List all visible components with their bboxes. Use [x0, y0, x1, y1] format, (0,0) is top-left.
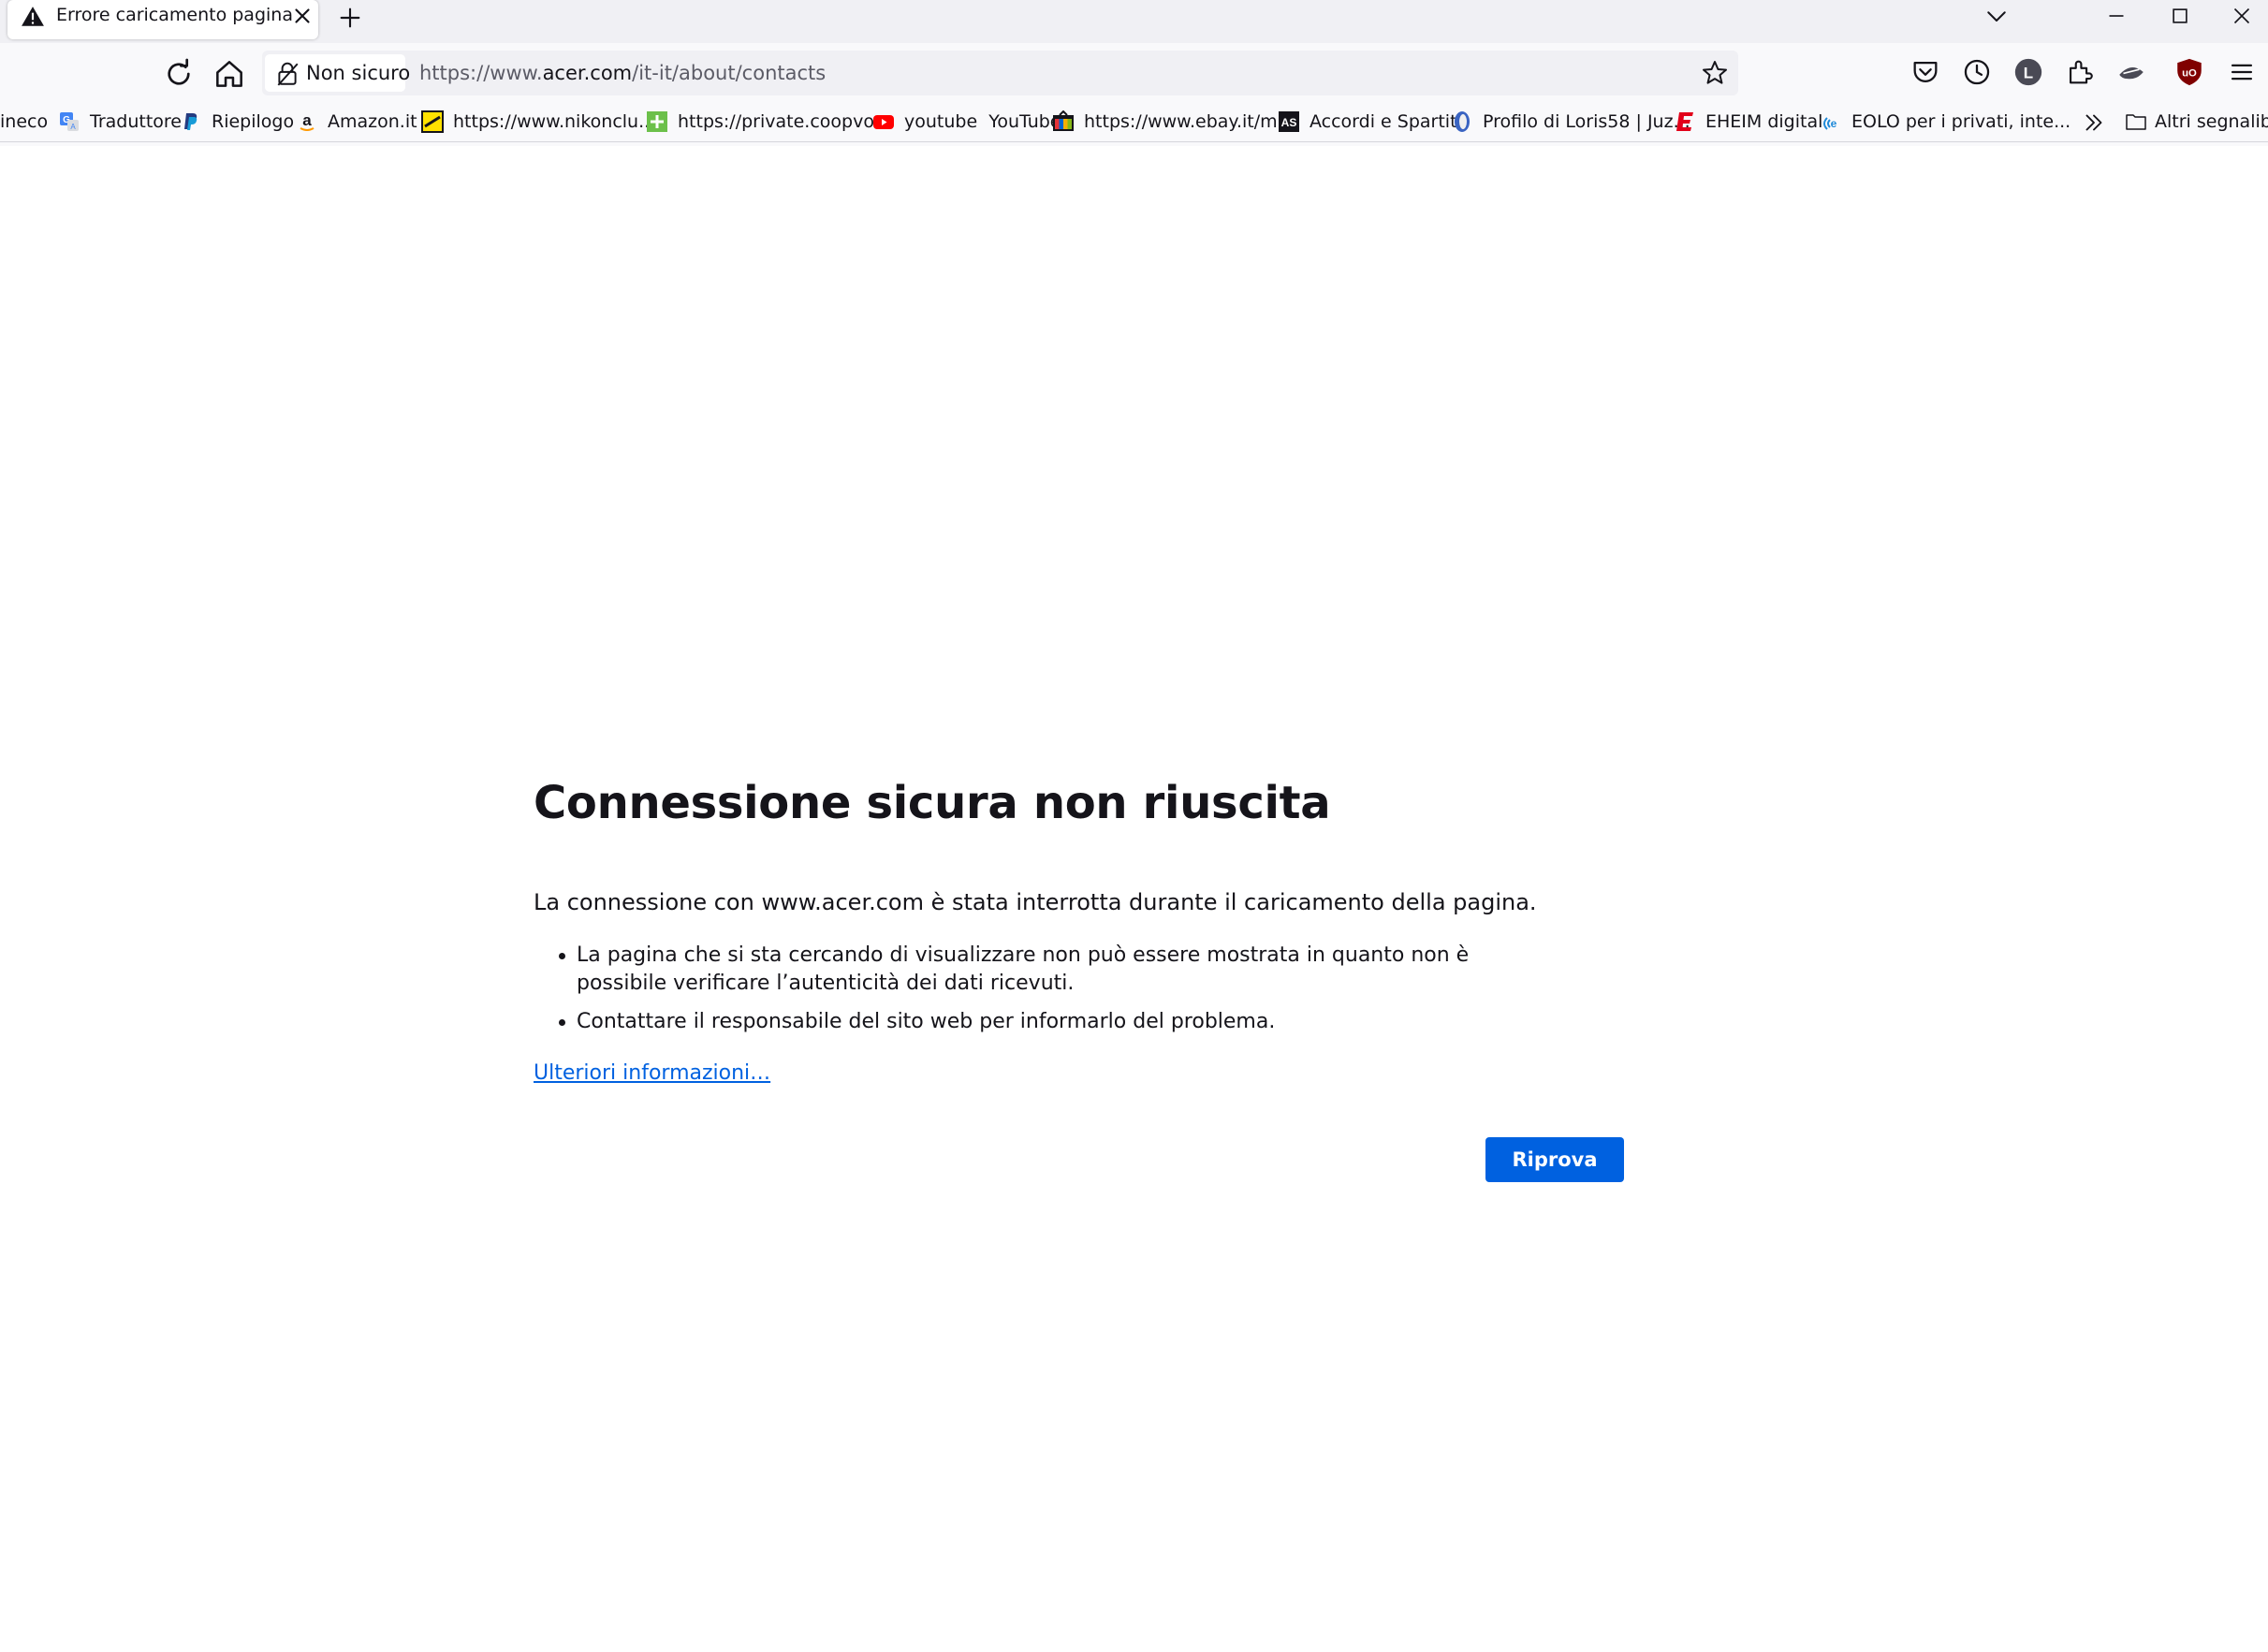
home-icon[interactable] — [212, 56, 247, 92]
bookmark-item[interactable]: youtube YouTube — [872, 107, 1061, 137]
other-bookmarks-label: Altri segnalibri — [2155, 111, 2268, 132]
bookmark-item[interactable]: Profilo di Loris58 | Juz... — [1451, 107, 1690, 137]
bookmark-label: EHEIM digital — [1705, 111, 1823, 132]
bookmark-label: https://www.nikonclu... — [453, 111, 656, 132]
amazon-icon: a — [300, 111, 315, 131]
minimize-window-icon[interactable] — [2102, 2, 2130, 30]
bookmark-item[interactable]: https://www.ebay.it/m... — [1052, 107, 1295, 137]
tab-strip: Errore caricamento pagina — [0, 0, 2268, 43]
coop-icon — [647, 111, 667, 132]
bookmarks-overflow-chevron-icon[interactable] — [2080, 109, 2108, 137]
url-prefix: https://www. — [419, 62, 543, 84]
bookmark-star-icon[interactable] — [1700, 58, 1730, 88]
retry-button[interactable]: Riprova — [1485, 1137, 1624, 1182]
learn-more-link[interactable]: Ulteriori informazioni… — [534, 1061, 770, 1085]
list-item: La pagina che si sta cercando di visuali… — [534, 942, 1563, 998]
paypal-icon — [184, 113, 198, 130]
youtube-icon — [873, 115, 894, 129]
juzaphoto-icon — [1455, 111, 1470, 132]
bookmark-item[interactable]: G A Traduttore — [58, 107, 182, 137]
bookmark-label: Amazon.it — [328, 111, 417, 132]
url-path: /it-it/about/contacts — [632, 62, 827, 84]
warning-icon — [22, 7, 44, 26]
bookmark-item[interactable]: https://www.nikonclu... — [421, 107, 655, 137]
bookmark-label: ineco — [0, 111, 49, 132]
svg-text:AS: AS — [1281, 116, 1297, 129]
error-details-list: La pagina che si sta cercando di visuali… — [534, 942, 1563, 1046]
svg-text:uO: uO — [2182, 67, 2197, 79]
bookmark-item[interactable]: https://private.coopvo... — [646, 107, 891, 137]
bookmark-label: youtube YouTube — [904, 111, 1061, 132]
ebay-icon — [1053, 110, 1074, 131]
bookmark-item[interactable]: a Amazon.it — [296, 107, 417, 137]
error-title: Connessione sicura non riuscita — [534, 777, 1331, 829]
error-intro: La connessione con www.acer.com è stata … — [534, 889, 1537, 915]
account-avatar-icon[interactable]: L — [2012, 56, 2044, 88]
bookmark-label: Accordi e Spartiti — [1310, 111, 1462, 132]
google-translate-icon: G A — [60, 112, 79, 131]
bookmark-item[interactable]: EHEIM digital — [1674, 107, 1822, 137]
insecure-lock-icon — [277, 62, 299, 86]
bookmark-item[interactable]: e EOLO per i privati, inte... — [1820, 107, 2070, 137]
svg-text:a: a — [302, 111, 312, 129]
bookmark-label: Traduttore — [90, 111, 182, 132]
bookmark-label: Profilo di Loris58 | Juz... — [1483, 111, 1690, 132]
hamburger-menu-icon[interactable] — [2226, 56, 2258, 88]
url-host: acer.com — [542, 62, 633, 84]
accordi-icon: AS — [1279, 111, 1299, 132]
identity-label: Non sicuro — [306, 62, 411, 84]
svg-text:L: L — [2024, 64, 2033, 81]
bookmark-item[interactable]: AS Accordi e Spartiti — [1278, 107, 1462, 137]
tab-error-page[interactable]: Errore caricamento pagina — [7, 0, 318, 39]
pocket-icon[interactable] — [1910, 56, 1941, 88]
close-tab-icon[interactable] — [290, 4, 315, 28]
other-bookmarks-folder[interactable]: Altri segnalibri — [2125, 107, 2268, 137]
bookmark-label: https://www.ebay.it/m... — [1084, 111, 1295, 132]
ublock-origin-icon[interactable]: uO — [2173, 56, 2205, 88]
extensions-puzzle-icon[interactable] — [2064, 56, 2096, 88]
site-identity-button[interactable]: Non sicuro — [265, 54, 410, 92]
svg-text:e: e — [1831, 117, 1837, 130]
bookmark-item[interactable]: ineco — [0, 107, 48, 137]
tab-title: Errore caricamento pagina — [56, 5, 293, 25]
bookmark-label: https://private.coopvo... — [678, 111, 891, 132]
maximize-window-icon[interactable] — [2166, 2, 2194, 30]
chevron-down-icon[interactable] — [1983, 2, 2011, 30]
svg-text:A: A — [70, 123, 76, 131]
url-bar[interactable]: Non sicuro https://www.acer.com/it-it/ab… — [262, 51, 1738, 95]
bookmark-label: EOLO per i privati, inte... — [1851, 111, 2071, 132]
bookmark-label: Riepilogo — [212, 111, 295, 132]
new-tab-plus-icon[interactable] — [335, 3, 365, 33]
eolo-icon: e — [1823, 117, 1837, 130]
reload-icon[interactable] — [161, 56, 197, 92]
eheim-icon — [1676, 112, 1693, 131]
bookmark-item[interactable]: Riepilogo — [180, 107, 294, 137]
list-item: Contattare il responsabile del sito web … — [534, 1008, 1563, 1036]
folder-icon — [2126, 114, 2146, 130]
close-window-icon[interactable] — [2228, 2, 2256, 30]
url-text[interactable]: https://www.acer.com/it-it/about/contact… — [419, 51, 826, 95]
nikon-icon — [421, 110, 444, 133]
mask-extension-icon[interactable] — [2115, 56, 2147, 88]
bookmarks-toolbar: ineco G A Traduttore Riepilogo a Amazon.… — [0, 103, 2268, 142]
history-clock-icon[interactable] — [1961, 56, 1993, 88]
